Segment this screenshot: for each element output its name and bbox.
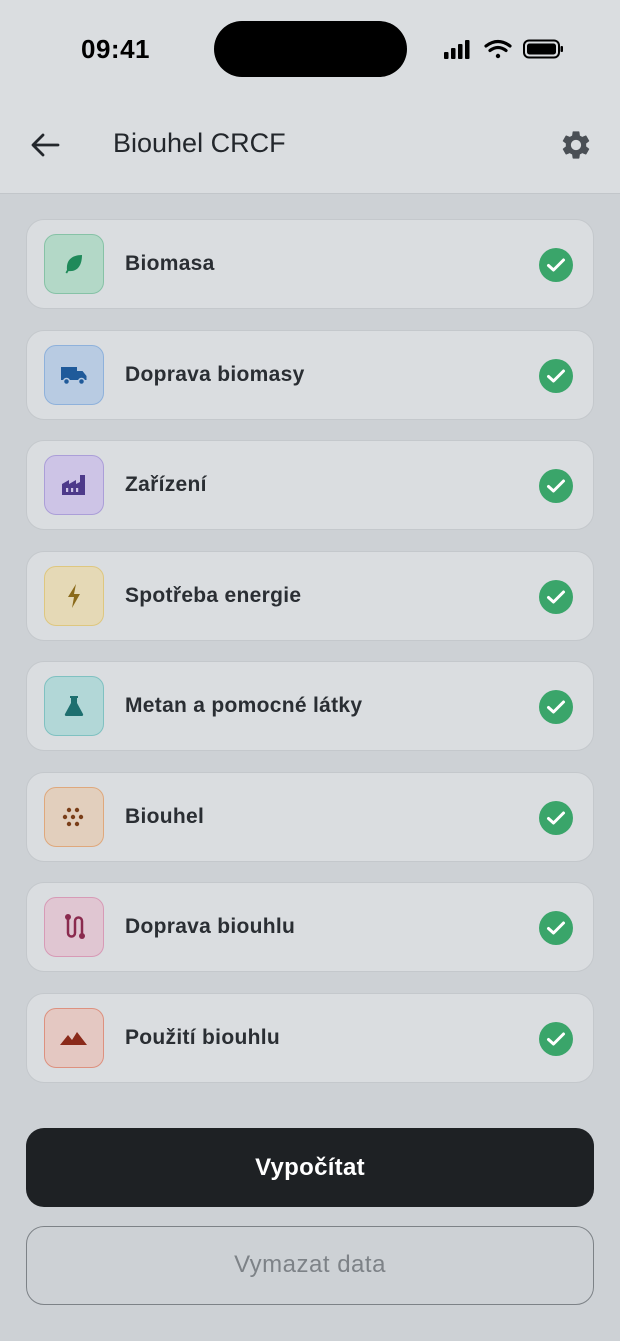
lightning-icon: [68, 583, 80, 608]
check-icon: [539, 248, 573, 282]
flask-icon: [64, 696, 84, 716]
list-item-doprava-biouhlu[interactable]: Doprava biouhlu: [26, 882, 594, 972]
app-bar: Biouhel CRCF: [0, 96, 620, 194]
gear-icon: [562, 131, 590, 159]
item-icon-box: [44, 676, 104, 736]
check-icon: [539, 469, 573, 503]
status-time: 09:41: [81, 34, 150, 64]
item-icon-box: [44, 897, 104, 957]
route-icon: [65, 914, 85, 939]
item-label: Biomasa: [125, 252, 215, 275]
list-item-biomasa[interactable]: Biomasa: [26, 219, 594, 309]
list-item-zarizeni[interactable]: Zařízení: [26, 440, 594, 530]
section-list: Biomasa Doprava biomasy Zařízení Spotřeb…: [26, 219, 594, 1103]
mountains-icon: [60, 1031, 87, 1045]
check-icon: [539, 911, 573, 945]
settings-button[interactable]: [555, 124, 597, 166]
check-icon: [539, 690, 573, 724]
item-icon-box: [44, 234, 104, 294]
truck-icon: [61, 366, 87, 385]
item-label: Doprava biouhlu: [125, 915, 296, 938]
wifi-icon: [484, 39, 512, 59]
list-item-metan[interactable]: Metan a pomocné látky: [26, 661, 594, 751]
item-icon-box: [44, 455, 104, 515]
dynamic-island: [214, 21, 407, 77]
check-icon: [539, 579, 573, 614]
check-icon: [539, 358, 573, 393]
calculate-button[interactable]: Vypočítat: [26, 1128, 594, 1207]
status-bar: 09:41: [0, 0, 620, 96]
status-icons: [444, 39, 563, 59]
factory-icon: [62, 475, 85, 495]
item-label: Doprava biomasy: [125, 362, 305, 386]
list-item-biouhel[interactable]: Biouhel: [26, 771, 594, 862]
check-icon: [539, 800, 573, 835]
item-label: Metan a pomocné látky: [125, 694, 363, 717]
item-icon-box: [44, 344, 104, 405]
list-item-doprava-biomasy[interactable]: Doprava biomasy: [26, 329, 594, 420]
item-label: Spotřeba energie: [125, 583, 302, 607]
item-label: Biouhel: [125, 804, 205, 828]
item-label: Zařízení: [125, 473, 207, 496]
item-icon-box: [44, 1007, 104, 1068]
list-item-pouziti-biouhlu[interactable]: Použití biouhlu: [26, 992, 594, 1083]
page-title: Biouhel CRCF: [113, 128, 286, 158]
signal-icon: [444, 40, 470, 59]
dots-icon: [62, 807, 84, 826]
check-icon: [539, 1021, 573, 1056]
clear-data-button[interactable]: Vymazat data: [26, 1226, 594, 1305]
item-icon-box: [44, 565, 104, 626]
back-button[interactable]: [24, 124, 66, 166]
item-icon-box: [44, 786, 104, 847]
leaf-icon: [65, 255, 82, 274]
list-item-spotreba-energie[interactable]: Spotřeba energie: [26, 550, 594, 641]
item-label: Použití biouhlu: [125, 1025, 280, 1049]
battery-icon: [523, 39, 563, 59]
arrow-left-icon: [31, 133, 60, 157]
